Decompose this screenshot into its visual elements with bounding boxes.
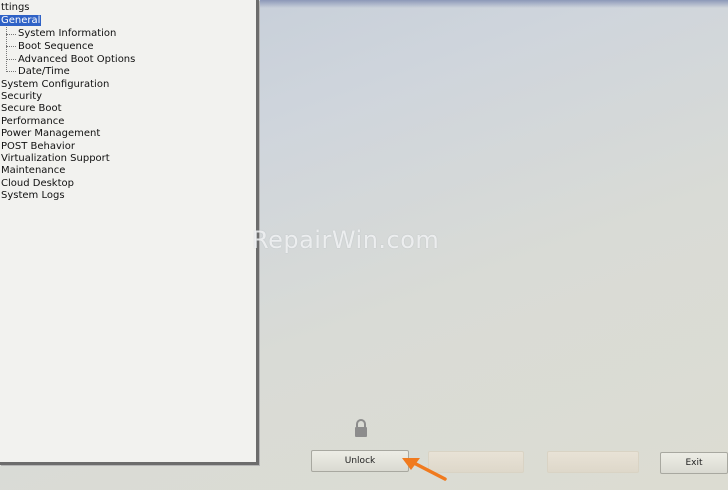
tree-connector-h (6, 59, 16, 60)
tree-connector-h (6, 34, 16, 35)
tree-item-label: System Information (18, 28, 117, 39)
exit-button[interactable]: Exit (660, 452, 728, 474)
tree-connector-h (6, 71, 16, 72)
tree-item-label: Boot Sequence (18, 41, 94, 52)
tree-item-label: Maintenance (1, 165, 66, 176)
tree-item-label: Advanced Boot Options (18, 54, 136, 65)
unlock-button[interactable]: Unlock (311, 450, 409, 472)
tree-connector-h (6, 46, 16, 47)
tree-item-general[interactable]: General (0, 14, 42, 27)
tree-item-label: POST Behavior (1, 141, 75, 152)
tree-item-label: Power Management (1, 128, 101, 139)
tree-item-maintenance[interactable]: Maintenance (0, 164, 66, 177)
tree-root[interactable]: ttings (0, 1, 31, 14)
disabled-button (547, 451, 639, 473)
tree-item-label: Virtualization Support (1, 153, 110, 164)
tree-item-boot-sequence[interactable]: Boot Sequence (17, 40, 95, 53)
watermark-text: RepairWin.com (252, 226, 440, 254)
settings-tree: ttings General System Information Boot S… (0, 0, 259, 465)
tree-item-label: Performance (1, 116, 65, 127)
tree-item-label: Date/Time (18, 66, 70, 77)
tree-item-label: Cloud Desktop (1, 178, 74, 189)
tree-item-system-information[interactable]: System Information (17, 27, 117, 40)
tree-item-secure-boot[interactable]: Secure Boot (0, 102, 63, 115)
tree-item-label: Secure Boot (1, 103, 62, 114)
tree-item-system-logs[interactable]: System Logs (0, 189, 66, 202)
tree-connector-vertical (6, 20, 7, 70)
tree-item-label: General (0, 15, 42, 26)
tree-item-label: Security (1, 91, 43, 102)
tree-root-label: ttings (1, 2, 30, 13)
tree-item-label: System Configuration (1, 79, 110, 90)
lock-icon (355, 419, 367, 437)
window-top-edge (260, 0, 728, 8)
tree-item-label: System Logs (1, 190, 65, 201)
arrow-pointer-icon (402, 458, 447, 481)
tree-item-date-time[interactable]: Date/Time (17, 65, 71, 78)
tree-item-power-management[interactable]: Power Management (0, 127, 101, 140)
